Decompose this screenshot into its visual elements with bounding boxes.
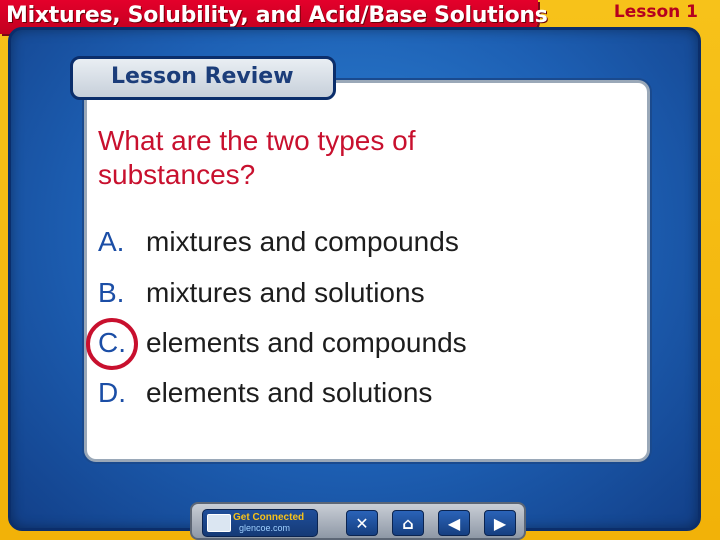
answer-letter: B.: [98, 277, 125, 308]
get-connected-button[interactable]: Get Connected glencoe.com: [202, 509, 318, 537]
lesson-label: Lesson 1: [613, 2, 698, 22]
answer-letter: A.: [98, 226, 125, 257]
lesson-review-tab: Lesson Review: [70, 56, 336, 100]
previous-button[interactable]: ◀: [438, 510, 470, 536]
answer-option-a[interactable]: A. mixtures and compounds: [98, 224, 459, 260]
next-button[interactable]: ▶: [484, 510, 516, 536]
answer-text: mixtures and solutions: [146, 277, 425, 308]
home-button[interactable]: ⌂: [392, 510, 424, 536]
next-arrow-icon: ▶: [493, 513, 507, 533]
answer-letter: D.: [98, 377, 126, 408]
answer-text: mixtures and compounds: [146, 226, 459, 257]
answer-option-c[interactable]: C. elements and compounds: [98, 325, 467, 361]
answer-option-d[interactable]: D. elements and solutions: [98, 375, 432, 411]
chapter-title: Mixtures, Solubility, and Acid/Base Solu…: [6, 3, 548, 28]
monitor-icon: [207, 514, 231, 532]
answer-text: elements and compounds: [146, 327, 467, 358]
close-button[interactable]: ✕: [346, 510, 378, 536]
question-text: What are the two types of substances?: [98, 125, 416, 190]
home-icon: ⌂: [402, 513, 414, 533]
answer-option-b[interactable]: B. mixtures and solutions: [98, 275, 425, 311]
get-connected-label: Get Connected: [233, 512, 305, 523]
previous-arrow-icon: ◀: [447, 513, 461, 533]
navigation-bar: Get Connected glencoe.com ✕ ⌂ ◀ ▶: [190, 502, 526, 540]
get-connected-url: glencoe.com: [239, 523, 291, 533]
close-icon: ✕: [355, 513, 369, 533]
answer-text: elements and solutions: [146, 377, 433, 408]
lesson-review-label: Lesson Review: [111, 64, 294, 89]
correct-answer-circle: [86, 318, 138, 370]
